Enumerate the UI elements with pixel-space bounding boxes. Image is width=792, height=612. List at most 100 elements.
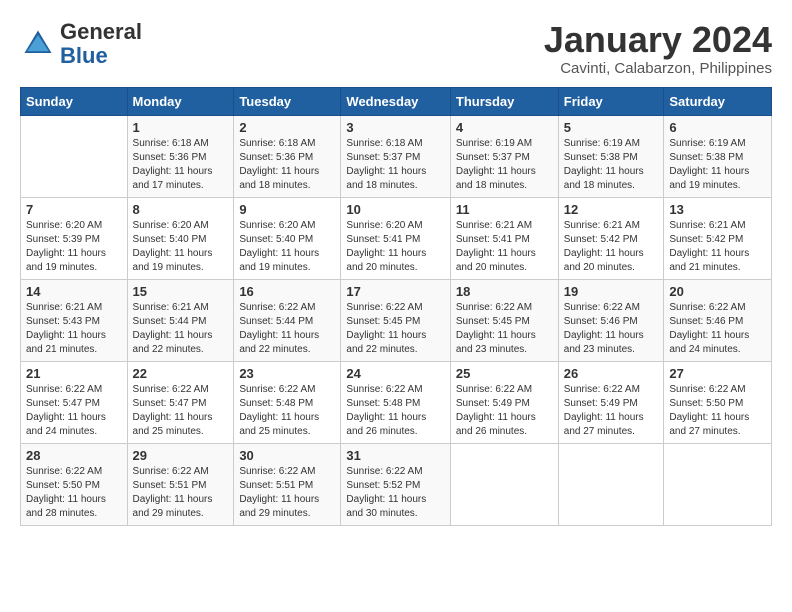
day-info: Sunrise: 6:22 AMSunset: 5:47 PMDaylight:… <box>133 383 229 439</box>
logo-text: General Blue <box>60 20 142 68</box>
day-info: Sunrise: 6:22 AMSunset: 5:50 PMDaylight:… <box>669 383 766 439</box>
day-number: 20 <box>669 284 766 299</box>
calendar-cell: 9 Sunrise: 6:20 AMSunset: 5:40 PMDaylight… <box>234 197 341 279</box>
week-row-5: 28Sunrise: 6:22 AMSunset: 5:50 PMDayligh… <box>21 443 772 525</box>
day-number: 25 <box>456 366 553 381</box>
calendar-cell: 3Sunrise: 6:18 AMSunset: 5:37 PMDaylight… <box>341 115 450 197</box>
day-number: 18 <box>456 284 553 299</box>
week-row-2: 7Sunrise: 6:20 AMSunset: 5:39 PMDaylight… <box>21 197 772 279</box>
day-number: 17 <box>346 284 444 299</box>
location: Cavinti, Calabarzon, Philippines <box>544 60 772 77</box>
day-info: Sunrise: 6:22 AMSunset: 5:44 PMDaylight:… <box>239 301 335 357</box>
logo-general: General <box>60 19 142 44</box>
calendar-cell: 29 Sunrise: 6:22 AMSunset: 5:51 PMDayligh… <box>127 443 234 525</box>
day-number: 4 <box>456 120 553 135</box>
day-info: Sunrise: 6:22 AMSunset: 5:52 PMDaylight:… <box>346 465 444 521</box>
calendar-cell: 8Sunrise: 6:20 AMSunset: 5:40 PMDaylight… <box>127 197 234 279</box>
day-info: Sunrise: 6:18 AMSunset: 5:36 PMDaylight:… <box>239 137 335 193</box>
calendar-cell: 5Sunrise: 6:19 AMSunset: 5:38 PMDaylight… <box>558 115 664 197</box>
calendar-cell <box>558 443 664 525</box>
day-info: Sunrise: 6:20 AMSunset: 5:41 PMDaylight:… <box>346 219 444 275</box>
day-header-tuesday: Tuesday <box>234 87 341 115</box>
calendar-cell: 20 Sunrise: 6:22 AMSunset: 5:46 PMDayligh… <box>664 279 772 361</box>
day-number: 16 <box>239 284 335 299</box>
day-number: 30 <box>239 448 335 463</box>
day-info: Sunrise: 6:21 AMSunset: 5:44 PMDaylight:… <box>133 301 229 357</box>
header-row: SundayMondayTuesdayWednesdayThursdayFrid… <box>21 87 772 115</box>
calendar-cell <box>664 443 772 525</box>
calendar-cell: 13 Sunrise: 6:21 AMSunset: 5:42 PMDayligh… <box>664 197 772 279</box>
calendar-cell: 26Sunrise: 6:22 AMSunset: 5:49 PMDayligh… <box>558 361 664 443</box>
day-number: 12 <box>564 202 659 217</box>
calendar-cell: 12 Sunrise: 6:21 AMSunset: 5:42 PMDayligh… <box>558 197 664 279</box>
day-header-monday: Monday <box>127 87 234 115</box>
calendar-cell <box>21 115 128 197</box>
week-row-1: 1 Sunrise: 6:18 AMSunset: 5:36 PMDaylight… <box>21 115 772 197</box>
day-info: Sunrise: 6:22 AMSunset: 5:51 PMDaylight:… <box>133 465 229 521</box>
day-number: 22 <box>133 366 229 381</box>
day-header-saturday: Saturday <box>664 87 772 115</box>
day-info: Sunrise: 6:19 AMSunset: 5:38 PMDaylight:… <box>669 137 766 193</box>
calendar-cell: 25 Sunrise: 6:22 AMSunset: 5:49 PMDayligh… <box>450 361 558 443</box>
day-number: 14 <box>26 284 122 299</box>
day-header-wednesday: Wednesday <box>341 87 450 115</box>
calendar-cell: 6 Sunrise: 6:19 AMSunset: 5:38 PMDaylight… <box>664 115 772 197</box>
day-number: 24 <box>346 366 444 381</box>
day-info: Sunrise: 6:22 AMSunset: 5:46 PMDaylight:… <box>564 301 659 357</box>
logo-icon <box>20 26 56 62</box>
title-block: January 2024 Cavinti, Calabarzon, Philip… <box>544 20 772 77</box>
calendar-cell: 24Sunrise: 6:22 AMSunset: 5:48 PMDayligh… <box>341 361 450 443</box>
calendar-cell <box>450 443 558 525</box>
calendar-cell: 19 Sunrise: 6:22 AMSunset: 5:46 PMDayligh… <box>558 279 664 361</box>
day-info: Sunrise: 6:22 AMSunset: 5:51 PMDaylight:… <box>239 465 335 521</box>
day-info: Sunrise: 6:22 AMSunset: 5:46 PMDaylight:… <box>669 301 766 357</box>
calendar-cell: 17Sunrise: 6:22 AMSunset: 5:45 PMDayligh… <box>341 279 450 361</box>
day-number: 15 <box>133 284 229 299</box>
calendar-cell: 14 Sunrise: 6:21 AMSunset: 5:43 PMDayligh… <box>21 279 128 361</box>
day-number: 13 <box>669 202 766 217</box>
calendar-cell: 27Sunrise: 6:22 AMSunset: 5:50 PMDayligh… <box>664 361 772 443</box>
day-info: Sunrise: 6:19 AMSunset: 5:37 PMDaylight:… <box>456 137 553 193</box>
day-number: 31 <box>346 448 444 463</box>
day-number: 23 <box>239 366 335 381</box>
day-number: 26 <box>564 366 659 381</box>
day-number: 1 <box>133 120 229 135</box>
week-row-4: 21 Sunrise: 6:22 AMSunset: 5:47 PMDayligh… <box>21 361 772 443</box>
day-info: Sunrise: 6:22 AMSunset: 5:49 PMDaylight:… <box>456 383 553 439</box>
calendar-cell: 23 Sunrise: 6:22 AMSunset: 5:48 PMDayligh… <box>234 361 341 443</box>
day-header-sunday: Sunday <box>21 87 128 115</box>
calendar-cell: 31 Sunrise: 6:22 AMSunset: 5:52 PMDayligh… <box>341 443 450 525</box>
day-info: Sunrise: 6:21 AMSunset: 5:42 PMDaylight:… <box>669 219 766 275</box>
day-number: 19 <box>564 284 659 299</box>
calendar-cell: 11Sunrise: 6:21 AMSunset: 5:41 PMDayligh… <box>450 197 558 279</box>
day-number: 9 <box>239 202 335 217</box>
day-number: 29 <box>133 448 229 463</box>
day-number: 8 <box>133 202 229 217</box>
day-number: 2 <box>239 120 335 135</box>
calendar-cell: 15 Sunrise: 6:21 AMSunset: 5:44 PMDayligh… <box>127 279 234 361</box>
day-info: Sunrise: 6:20 AMSunset: 5:40 PMDaylight:… <box>239 219 335 275</box>
day-info: Sunrise: 6:22 AMSunset: 5:48 PMDaylight:… <box>239 383 335 439</box>
day-info: Sunrise: 6:21 AMSunset: 5:43 PMDaylight:… <box>26 301 122 357</box>
day-info: Sunrise: 6:22 AMSunset: 5:47 PMDaylight:… <box>26 383 122 439</box>
day-number: 5 <box>564 120 659 135</box>
day-info: Sunrise: 6:22 AMSunset: 5:50 PMDaylight:… <box>26 465 122 521</box>
month-title: January 2024 <box>544 20 772 60</box>
logo-blue: Blue <box>60 43 108 68</box>
calendar-cell: 30 Sunrise: 6:22 AMSunset: 5:51 PMDayligh… <box>234 443 341 525</box>
day-info: Sunrise: 6:18 AMSunset: 5:36 PMDaylight:… <box>133 137 229 193</box>
calendar-cell: 22 Sunrise: 6:22 AMSunset: 5:47 PMDayligh… <box>127 361 234 443</box>
week-row-3: 14 Sunrise: 6:21 AMSunset: 5:43 PMDayligh… <box>21 279 772 361</box>
calendar-cell: 7Sunrise: 6:20 AMSunset: 5:39 PMDaylight… <box>21 197 128 279</box>
day-info: Sunrise: 6:21 AMSunset: 5:42 PMDaylight:… <box>564 219 659 275</box>
calendar-cell: 2 Sunrise: 6:18 AMSunset: 5:36 PMDaylight… <box>234 115 341 197</box>
day-number: 21 <box>26 366 122 381</box>
day-number: 10 <box>346 202 444 217</box>
day-header-friday: Friday <box>558 87 664 115</box>
day-info: Sunrise: 6:22 AMSunset: 5:45 PMDaylight:… <box>456 301 553 357</box>
day-info: Sunrise: 6:20 AMSunset: 5:39 PMDaylight:… <box>26 219 122 275</box>
day-number: 11 <box>456 202 553 217</box>
day-number: 3 <box>346 120 444 135</box>
page-header: General Blue January 2024 Cavinti, Calab… <box>20 20 772 77</box>
day-number: 6 <box>669 120 766 135</box>
